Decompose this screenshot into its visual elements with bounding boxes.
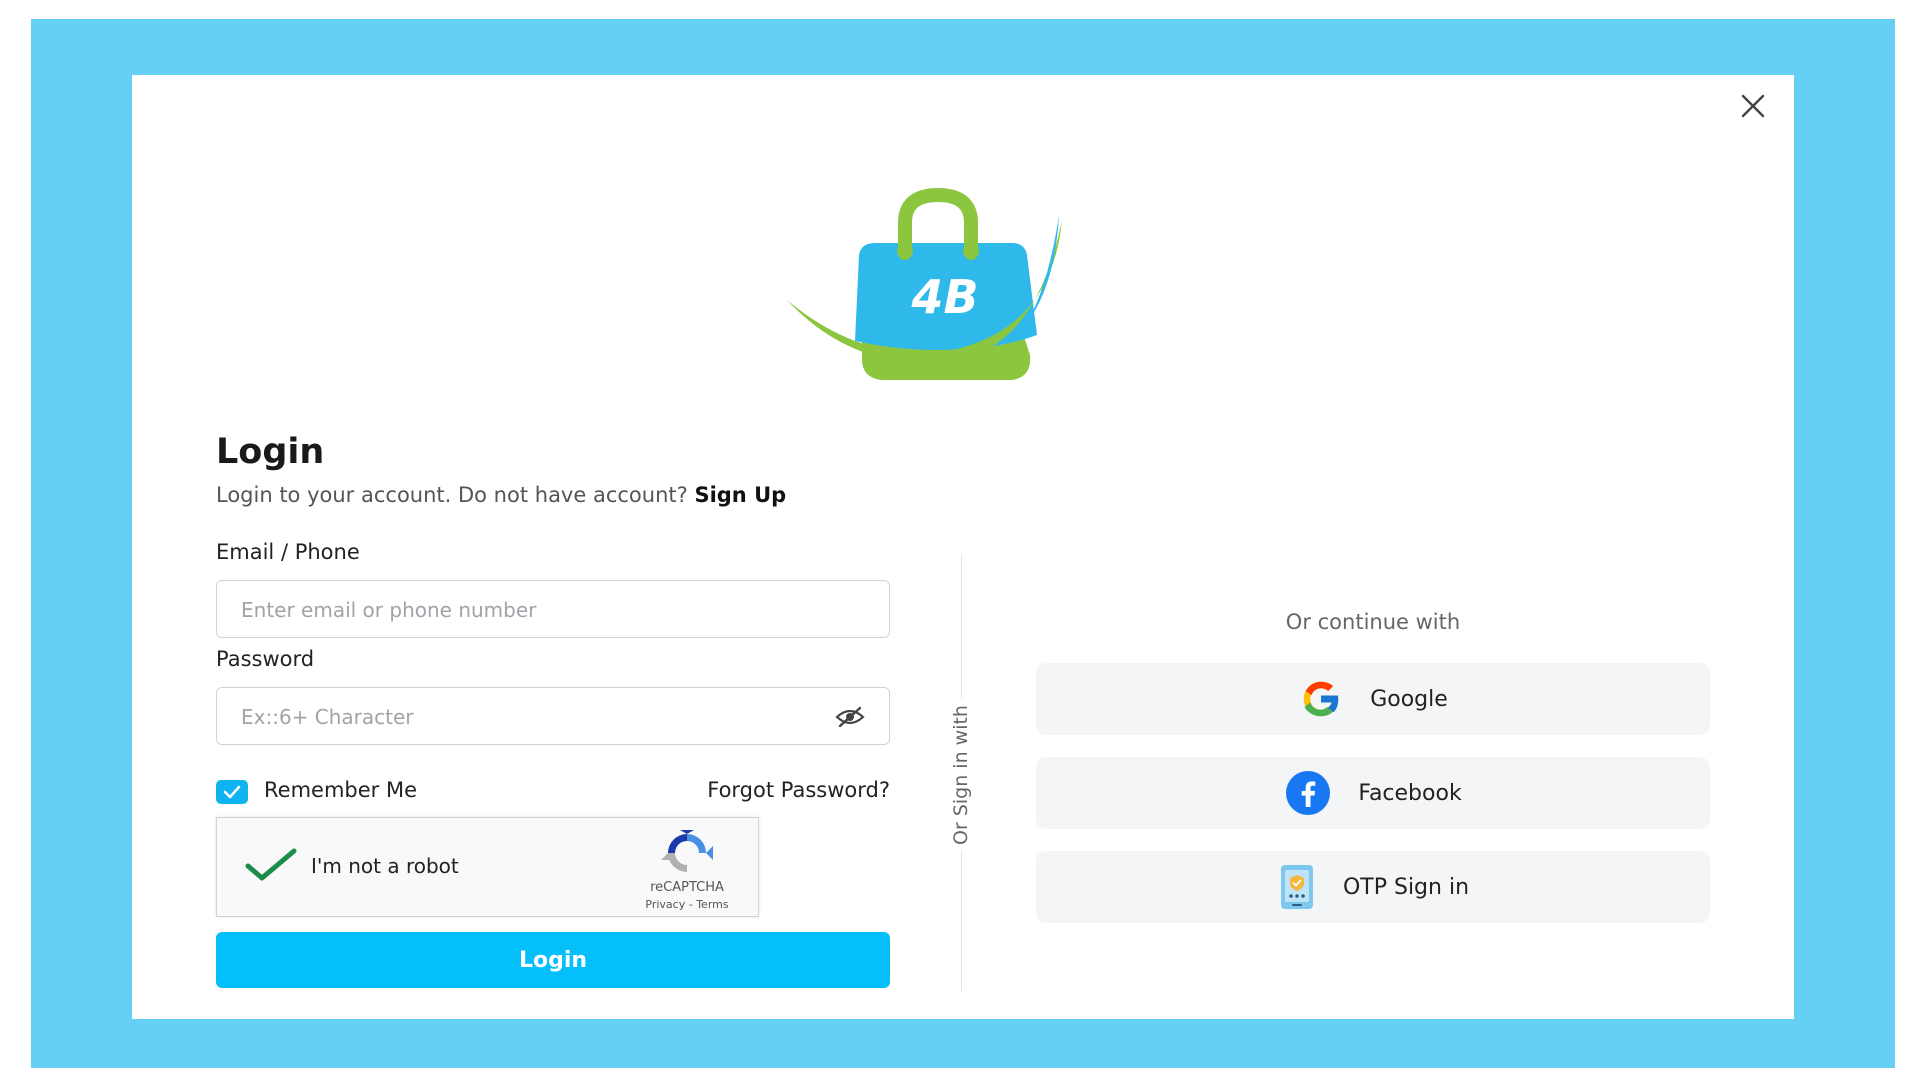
remember-me-checkbox[interactable] (216, 780, 248, 804)
close-icon (1741, 94, 1765, 118)
page-title: Login (216, 432, 325, 472)
facebook-button-label: Facebook (1358, 780, 1462, 806)
recaptcha-privacy-terms[interactable]: Privacy - Terms (622, 898, 752, 911)
eye-slash-icon[interactable] (835, 705, 865, 729)
otp-button-label: OTP Sign in (1342, 874, 1470, 900)
recaptcha-brand: reCAPTCHA (650, 880, 724, 895)
recaptcha-check-icon[interactable] (245, 847, 297, 883)
email-input[interactable] (239, 581, 803, 639)
recaptcha-logo-icon (661, 830, 713, 872)
forgot-password-link[interactable]: Forgot Password? (682, 778, 890, 802)
google-sign-in-button[interactable]: Google (1036, 663, 1710, 735)
checkbox-check-icon (223, 785, 241, 799)
subtitle-text: Login to your account. Do not have accou… (216, 483, 688, 507)
close-button[interactable] (1735, 88, 1771, 124)
login-modal: 4B Login Login to your account. Do not h… (132, 75, 1794, 1019)
google-button-label: Google (1370, 686, 1448, 712)
or-continue-with-label: Or continue with (1285, 610, 1461, 634)
password-input[interactable] (239, 688, 803, 746)
sign-up-link[interactable]: Sign Up (694, 483, 786, 507)
login-subtitle: Login to your account. Do not have accou… (216, 483, 786, 507)
email-field-container (216, 580, 890, 639)
google-icon (1303, 681, 1340, 717)
recaptcha-label: I'm not a robot (311, 854, 459, 878)
facebook-sign-in-button[interactable]: Facebook (1036, 757, 1710, 829)
login-button[interactable]: Login (216, 932, 890, 988)
otp-sign-in-button[interactable]: OTP Sign in (1036, 851, 1710, 923)
logo-text: 4B (910, 270, 978, 324)
remember-me-label: Remember Me (264, 778, 417, 802)
email-label: Email / Phone (216, 540, 360, 564)
password-label: Password (216, 647, 315, 671)
otp-phone-icon (1280, 865, 1313, 909)
or-sign-in-with-label: Or Sign in with (940, 699, 982, 851)
recaptcha-widget: I'm not a robot reCAPTCHA Privacy - Term… (216, 817, 759, 917)
password-field-container (216, 687, 890, 746)
facebook-icon (1286, 771, 1331, 815)
brand-logo: 4B (787, 187, 1062, 380)
